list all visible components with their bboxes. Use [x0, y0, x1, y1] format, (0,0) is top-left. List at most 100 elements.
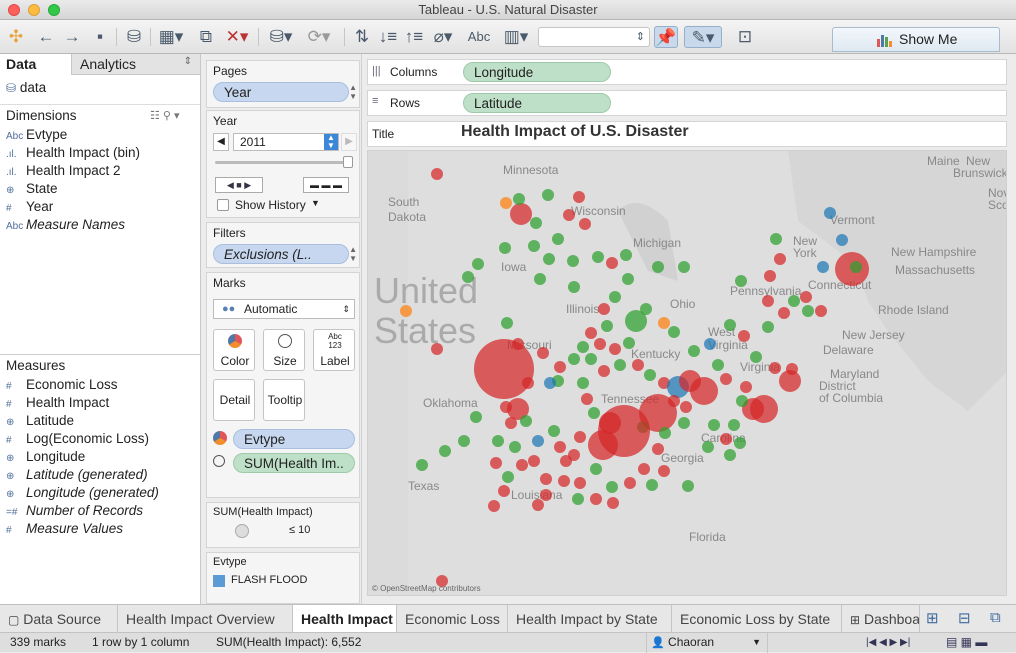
map-mark[interactable] — [622, 273, 634, 285]
attach-icon[interactable]: ⌀▾ — [428, 26, 458, 48]
map-mark[interactable] — [577, 377, 589, 389]
tab-analytics[interactable]: Analytics — [80, 54, 136, 74]
new-dashboard-tab-icon[interactable]: ⊟ — [958, 609, 971, 627]
map-mark[interactable] — [734, 437, 746, 449]
map-mark[interactable] — [704, 338, 716, 350]
map-mark[interactable] — [548, 425, 560, 437]
map-mark[interactable] — [542, 189, 554, 201]
dimension-state[interactable]: ⊕ State — [6, 180, 58, 198]
map-mark[interactable] — [836, 234, 848, 246]
sort-desc-icon[interactable]: ↑≡ — [404, 26, 424, 48]
measure-log-economic-loss[interactable]: # Log(Economic Loss) — [6, 430, 149, 448]
save-icon[interactable]: ▪ — [90, 26, 110, 48]
map-mark[interactable] — [512, 338, 524, 350]
map-mark[interactable] — [638, 463, 650, 475]
year-select[interactable]: 2011 ▲ ▼ — [233, 133, 339, 151]
map-mark[interactable] — [708, 419, 720, 431]
close-window-button[interactable] — [8, 4, 20, 16]
map-mark[interactable] — [762, 321, 774, 333]
measure-economic-loss[interactable]: # Economic Loss — [6, 376, 118, 394]
map-mark[interactable] — [534, 273, 546, 285]
sheet-view-toggle-icons[interactable]: ▤ ▦ ▬ — [946, 633, 987, 652]
map-mark[interactable] — [581, 393, 593, 405]
map-mark[interactable] — [601, 320, 613, 332]
sheet-title[interactable]: Health Impact of U.S. Disaster — [461, 123, 689, 141]
health-impact-pill[interactable]: SUM(Health Im.. — [233, 453, 355, 473]
map-mark[interactable] — [702, 441, 714, 453]
tab-data[interactable]: Data — [0, 54, 72, 75]
mark-type-select[interactable]: ●● Automatic ⇕ — [213, 299, 355, 319]
map-mark[interactable] — [598, 365, 610, 377]
map-mark[interactable] — [544, 377, 556, 389]
show-me-button[interactable]: Show Me — [832, 27, 1000, 52]
map-mark[interactable] — [640, 303, 652, 315]
data-source-dropdown-icon[interactable]: ⛁▾ — [266, 26, 296, 48]
map-mark[interactable] — [592, 251, 604, 263]
map-mark[interactable] — [540, 473, 552, 485]
map-mark[interactable] — [532, 499, 544, 511]
map-mark[interactable] — [720, 433, 732, 445]
map-mark[interactable] — [563, 209, 575, 221]
map-mark[interactable] — [606, 257, 618, 269]
map-mark[interactable] — [740, 381, 752, 393]
user-menu[interactable]: 👤 Chaoran ▼ — [646, 633, 768, 653]
map-mark[interactable] — [735, 275, 747, 287]
measure-health-impact[interactable]: # Health Impact — [6, 394, 109, 412]
map-mark[interactable] — [498, 485, 510, 497]
map-mark[interactable] — [439, 445, 451, 457]
map-mark[interactable] — [499, 242, 511, 254]
map-mark[interactable] — [573, 191, 585, 203]
map-mark[interactable] — [532, 435, 544, 447]
tab-health-impact-by-state[interactable]: Health Impact by State — [508, 605, 672, 633]
map-mark[interactable] — [609, 343, 621, 355]
map-mark[interactable] — [568, 281, 580, 293]
map-mark[interactable] — [568, 353, 580, 365]
fit-icon[interactable]: ▥▾ — [500, 26, 532, 48]
measure-number-of-records[interactable]: =# Number of Records — [6, 502, 143, 520]
search-icon[interactable]: ☷ ⚲ ▾ — [150, 109, 180, 122]
show-history-checkbox[interactable] — [217, 199, 229, 211]
year-slider-thumb[interactable] — [343, 156, 353, 168]
redo-icon[interactable]: → — [62, 26, 82, 48]
map-mark[interactable] — [774, 253, 786, 265]
fit-dropdown[interactable]: ⇕ — [538, 27, 650, 47]
map-mark[interactable] — [588, 430, 618, 460]
map-mark[interactable] — [646, 479, 658, 491]
pages-pill[interactable]: Year — [213, 82, 349, 102]
pages-scroll-icon[interactable]: ▲ ▼ — [349, 83, 357, 101]
map-mark[interactable] — [736, 395, 748, 407]
map-mark[interactable] — [543, 253, 555, 265]
playback-controls[interactable]: ◀ ■ ▶ — [215, 177, 263, 193]
map-mark[interactable] — [500, 197, 512, 209]
map-mark[interactable] — [574, 431, 586, 443]
map-mark[interactable] — [688, 345, 700, 357]
map-view[interactable]: Minnesota Wisconsin South Dakota Michigan Iow… — [367, 150, 1007, 596]
map-mark[interactable] — [778, 307, 790, 319]
highlight-icon[interactable]: ✎▾ — [684, 26, 722, 48]
map-mark[interactable] — [560, 455, 572, 467]
map-mark[interactable] — [579, 218, 591, 230]
map-mark[interactable] — [501, 317, 513, 329]
tab-economic-loss-by-state[interactable]: Economic Loss by State — [672, 605, 842, 633]
map-mark[interactable] — [474, 339, 534, 399]
tab-dashboard[interactable]: ⊞ Dashboa — [842, 605, 920, 633]
map-mark[interactable] — [762, 295, 774, 307]
map-mark[interactable] — [786, 363, 798, 375]
measure-longitude-generated[interactable]: ⊕ Longitude (generated) — [6, 484, 159, 502]
tab-health-impact[interactable]: Health Impact — [293, 605, 397, 633]
speed-controls[interactable]: ▬ ▬ ▬ — [303, 177, 349, 193]
map-mark[interactable] — [800, 291, 812, 303]
dimension-health-impact-2[interactable]: .ıl. Health Impact 2 — [6, 162, 121, 180]
dimension-year[interactable]: # Year — [6, 198, 53, 216]
map-mark[interactable] — [728, 419, 740, 431]
map-mark[interactable] — [516, 459, 528, 471]
map-canvas[interactable]: Minnesota Wisconsin SouthDakota Michigan Iow… — [368, 151, 1007, 596]
map-mark[interactable] — [680, 401, 692, 413]
map-mark[interactable] — [659, 427, 671, 439]
map-mark[interactable] — [431, 168, 443, 180]
map-mark[interactable] — [537, 347, 549, 359]
map-mark[interactable] — [652, 261, 664, 273]
map-mark[interactable] — [505, 417, 517, 429]
map-mark[interactable] — [490, 457, 502, 469]
map-mark[interactable] — [574, 477, 586, 489]
